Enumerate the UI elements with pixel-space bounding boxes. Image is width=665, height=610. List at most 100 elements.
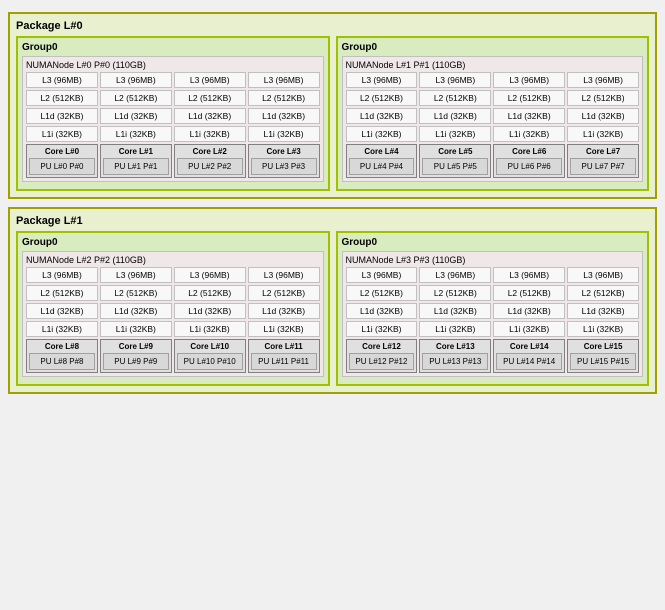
core: Core L#6PU L#6 P#6: [493, 144, 565, 178]
cores-row: Core L#0PU L#0 P#0Core L#1PU L#1 P#1Core…: [26, 144, 320, 178]
core-title: Core L#4: [349, 147, 415, 156]
cache-cell: L2 (512KB): [493, 285, 565, 301]
cache-cell: L1i (32KB): [567, 126, 639, 142]
cache-cell: L3 (96MB): [26, 267, 98, 283]
cache-cell: L1d (32KB): [567, 108, 639, 124]
cores-row: Core L#12PU L#12 P#12 Core L#13 PU L#13 P#…: [346, 339, 640, 373]
cache-cell: L1d (32KB): [567, 303, 639, 319]
processing-unit: PU L#7 P#7: [570, 158, 636, 175]
cache-cell: L1d (32KB): [419, 303, 491, 319]
cache-cell: L1i (32KB): [419, 321, 491, 337]
core-title: Core L#9: [103, 342, 169, 351]
cache-cell: L2 (512KB): [174, 285, 246, 301]
cache-cell: L2 (512KB): [346, 90, 418, 106]
core-title: Core L#13: [422, 342, 488, 351]
core-title: Core L#1: [103, 147, 169, 156]
core-title: Core L#0: [29, 147, 95, 156]
processing-unit: PU L#14 P#14: [496, 353, 562, 370]
cache-cell: L2 (512KB): [346, 285, 418, 301]
numa-node: NUMANode L#3 P#3 (110GB)L3 (96MB)L3 (96M…: [342, 251, 644, 377]
processing-unit: PU L#5 P#5: [422, 158, 488, 175]
core-title: Core L#2: [177, 147, 243, 156]
numa-title: NUMANode L#2 P#2 (110GB): [26, 255, 320, 265]
cache-cell: L3 (96MB): [567, 267, 639, 283]
processing-unit: PU L#0 P#0: [29, 158, 95, 175]
package: Package L#0Group0NUMANode L#0 P#0 (110GB…: [8, 12, 657, 199]
cache-cell: L1i (32KB): [346, 321, 418, 337]
cache-cell: L3 (96MB): [174, 267, 246, 283]
cache-cell: L2 (512KB): [174, 90, 246, 106]
cache-cell: L3 (96MB): [26, 72, 98, 88]
core-title: Core L#11: [251, 342, 317, 351]
processing-unit: PU L#1 P#1: [103, 158, 169, 175]
cache-cell: L3 (96MB): [248, 72, 320, 88]
group-title: Group0: [342, 42, 644, 53]
group: Group0NUMANode L#2 P#2 (110GB)L3 (96MB)L…: [16, 231, 330, 386]
cache-cell: L2 (512KB): [100, 285, 172, 301]
core: Core L#3PU L#3 P#3: [248, 144, 320, 178]
cache-cell: L1i (32KB): [493, 321, 565, 337]
numa-node: NUMANode L#1 P#1 (110GB) L3 (96MB)L3 (96M…: [342, 56, 644, 182]
numa-title: NUMANode L#3 P#3 (110GB): [346, 255, 640, 265]
package: Package L#1 Group0 NUMANode L#2 P#2 (110GB…: [8, 207, 657, 394]
core: Core L#12PU L#12 P#12: [346, 339, 418, 373]
core: Core L#8PU L#8 P#8: [26, 339, 98, 373]
cache-cell: L1i (32KB): [100, 126, 172, 142]
cache-cell: L3 (96MB): [567, 72, 639, 88]
group: Group0NUMANode L#1 P#1 (110GB)L3 (96MB)L…: [336, 36, 650, 191]
cache-cell: L1i (32KB): [493, 126, 565, 142]
numa-title: NUMANode L#0 P#0 (110GB): [26, 60, 320, 70]
groups-row: Group0NUMANode L#0 P#0 (110GB)L3 (96MB)L…: [16, 36, 649, 191]
processing-unit: PU L#13 P#13: [422, 353, 488, 370]
cache-cell: L1d (32KB): [493, 108, 565, 124]
group-title: Group0: [342, 237, 644, 248]
core: Core L#5PU L#5 P#5: [419, 144, 491, 178]
cache-cell: L2 (512KB): [248, 285, 320, 301]
cache-cell: L1d (32KB): [26, 108, 98, 124]
cores-row: Core L#8PU L#8 P#8Core L#9PU L#9 P#9Core…: [26, 339, 320, 373]
group-title: Group0: [22, 237, 324, 248]
cache-cell: L1d (32KB): [100, 108, 172, 124]
numa-title: NUMANode L#1 P#1 (110GB): [346, 60, 640, 70]
processing-unit: PU L#9 P#9: [103, 353, 169, 370]
package-title: Package L#1: [16, 215, 649, 227]
processing-unit: PU L#3 P#3: [251, 158, 317, 175]
core-title: Core L#14: [496, 342, 562, 351]
processing-unit: PU L#2 P#2: [177, 158, 243, 175]
cache-cell: L2 (512KB): [419, 90, 491, 106]
groups-row: Group0NUMANode L#2 P#2 (110GB)L3 (96MB)L…: [16, 231, 649, 386]
core: Core L#4 PU L#4 P#4: [346, 144, 418, 178]
cache-cell: L2 (512KB): [567, 90, 639, 106]
cache-cell: L1i (32KB): [100, 321, 172, 337]
core: Core L#11 PU L#11 P#11: [248, 339, 320, 373]
core: Core L#9 PU L#9 P#9: [100, 339, 172, 373]
processing-unit: PU L#12 P#12: [349, 353, 415, 370]
core-title: Core L#10: [177, 342, 243, 351]
processing-unit: PU L#11 P#11: [251, 353, 317, 370]
processing-unit: PU L#4 P#4: [349, 158, 415, 175]
cache-cell: L1i (32KB): [248, 321, 320, 337]
cache-cell: L1d (32KB): [248, 303, 320, 319]
cache-cell: L1d (32KB): [26, 303, 98, 319]
core-title: Core L#15: [570, 342, 636, 351]
cache-cell: L3 (96MB): [493, 72, 565, 88]
cache-cell: L1i (32KB): [567, 321, 639, 337]
cache-cell: L1d (32KB): [419, 108, 491, 124]
cache-cell: L2 (512KB): [248, 90, 320, 106]
core: Core L#10 PU L#10 P#10: [174, 339, 246, 373]
cores-row: Core L#4PU L#4 P#4Core L#5PU L#5 P#5Core…: [346, 144, 640, 178]
cache-cell: L1i (32KB): [174, 126, 246, 142]
cache-cell: L1d (32KB): [248, 108, 320, 124]
core: Core L#1 PU L#1 P#1: [100, 144, 172, 178]
core-title: Core L#7: [570, 147, 636, 156]
cache-cell: L1d (32KB): [493, 303, 565, 319]
cache-cell: L2 (512KB): [419, 285, 491, 301]
cache-cell: L3 (96MB): [100, 267, 172, 283]
cache-cell: L1d (32KB): [346, 108, 418, 124]
cache-cell: L1i (32KB): [26, 126, 98, 142]
cache-cell: L1i (32KB): [346, 126, 418, 142]
core: Core L#7 PU L#7 P#7: [567, 144, 639, 178]
processing-unit: PU L#6 P#6: [496, 158, 562, 175]
processing-unit: PU L#10 P#10: [177, 353, 243, 370]
numa-node: NUMANode L#0 P#0 (110GB) L3 (96MB) L3 (96M…: [22, 56, 324, 182]
